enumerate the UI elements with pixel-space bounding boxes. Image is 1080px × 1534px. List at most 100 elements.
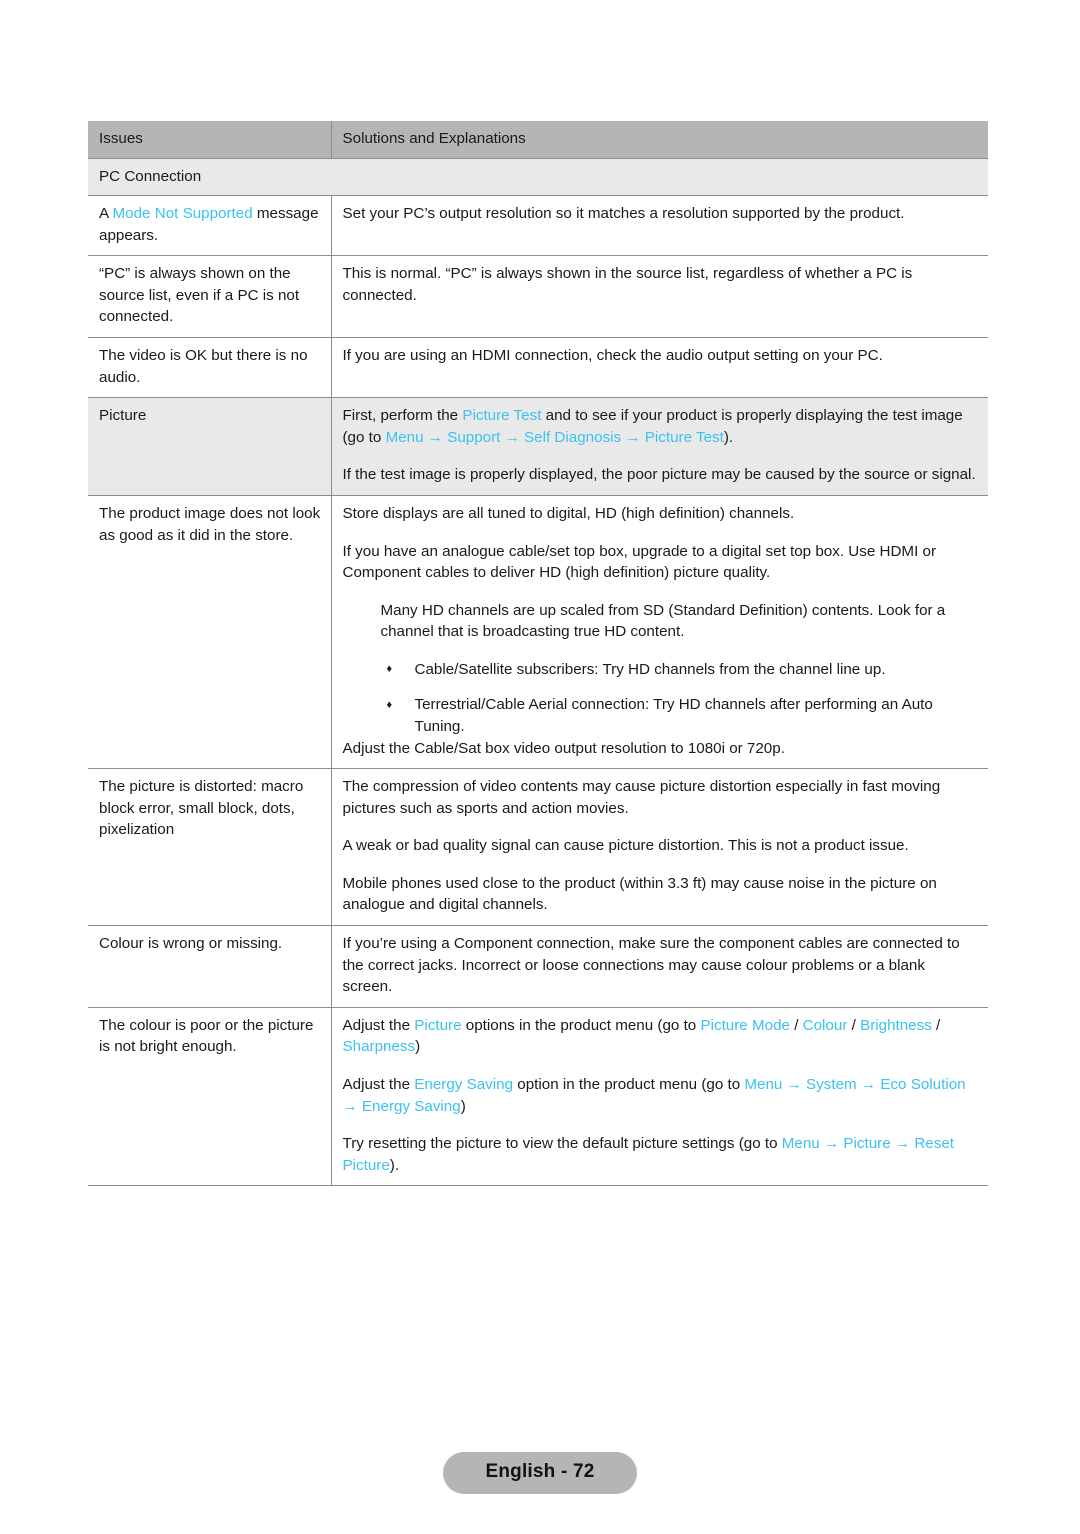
text-fragment: )	[415, 1038, 421, 1056]
arrow-icon: →	[621, 428, 645, 446]
text-fragment: /	[847, 1016, 861, 1034]
troubleshooting-table: Issues Solutions and Explanations PC Con…	[88, 121, 988, 1187]
menu-link-picture-test: Picture Test	[462, 407, 542, 425]
menu-link-colour: Colour	[802, 1016, 848, 1034]
document-page: Issues Solutions and Explanations PC Con…	[0, 0, 1080, 1534]
solution-cell-mode-not-supported: Set your PC’s output resolution so it ma…	[331, 195, 988, 257]
menu-link-energy-saving: Energy Saving	[414, 1075, 514, 1093]
list-item-label: Terrestrial/Cable Aerial connection: Try…	[414, 696, 933, 735]
page-footer: English - 72	[0, 1452, 1080, 1494]
bullet-icon: ♦	[386, 698, 393, 711]
arrow-icon: →	[782, 1075, 807, 1093]
menu-link-mode-not-supported: Mode Not Supported	[112, 205, 253, 223]
table-header-row: Issues Solutions and Explanations	[88, 121, 988, 159]
menu-link-brightness: Brightness	[860, 1016, 932, 1034]
arrow-icon: →	[890, 1135, 915, 1153]
section-header-row: PC Connection	[88, 158, 988, 197]
menu-link-picture: Picture	[414, 1016, 462, 1034]
menu-link-picture-test-2: Picture Test	[644, 428, 724, 446]
menu-link-eco-solution: Eco Solution	[880, 1075, 966, 1093]
arrow-icon: →	[342, 1097, 362, 1115]
text-fragment: Adjust the	[342, 1075, 415, 1093]
table-row: The colour is poor or the picture is not…	[88, 1007, 988, 1187]
issue-text: Colour is wrong or missing.	[99, 935, 283, 953]
solution-cell-pc-always-shown: This is normal. “PC” is always shown in …	[331, 255, 988, 339]
issue-prefix: A	[99, 205, 113, 223]
solution-cell-colour-wrong: If you’re using a Component connection, …	[331, 925, 988, 1008]
list-item-label: Cable/Satellite subscribers: Try HD chan…	[414, 660, 886, 678]
arrow-icon: →	[819, 1135, 844, 1153]
solution-cell-no-audio: If you are using an HDMI connection, che…	[331, 337, 988, 399]
issue-text: A Mode Not Supported message appears.	[99, 203, 321, 246]
solution-text: This is normal. “PC” is always shown in …	[342, 265, 913, 304]
solution-paragraph-2: If the test image is properly displayed,…	[342, 466, 976, 484]
table-row: The picture is distorted: macro block er…	[88, 768, 988, 927]
solution-text: Set your PC’s output resolution so it ma…	[342, 205, 905, 223]
list-item: ♦ Terrestrial/Cable Aerial connection: Tr…	[387, 694, 979, 737]
issue-cell-colour-wrong: Colour is wrong or missing.	[88, 925, 332, 1008]
solution-cell-image-not-good: Store displays are all tuned to digital,…	[331, 495, 988, 770]
issue-text: The video is OK but there is no audio.	[99, 347, 308, 386]
arrow-icon: →	[856, 1075, 881, 1093]
menu-link-energy-saving-2: Energy Saving	[361, 1097, 461, 1115]
issue-text: Picture	[99, 407, 147, 425]
issue-cell-picture-distorted: The picture is distorted: macro block er…	[88, 768, 332, 927]
solution-cell-picture-distorted: The compression of video contents may ca…	[331, 768, 988, 927]
solution-text: If you’re using a Component connection, …	[342, 935, 960, 996]
text-fragment: Try resetting the picture to view the de…	[342, 1135, 782, 1153]
solution-paragraph-1: Adjust the Picture options in the produc…	[343, 1015, 979, 1058]
solution-bullet-list: ♦ Cable/Satellite subscribers: Try HD cha…	[343, 659, 979, 738]
troubleshooting-table-container: Issues Solutions and Explanations PC Con…	[88, 121, 988, 1187]
arrow-icon: →	[423, 428, 448, 446]
table-row: The product image does not look as good …	[88, 495, 988, 770]
issue-cell-colour-poor: The colour is poor or the picture is not…	[88, 1007, 332, 1187]
menu-link-support: Support	[447, 428, 501, 446]
text-fragment: ).	[723, 428, 734, 446]
menu-link-system: System	[806, 1075, 857, 1093]
column-header-issues: Issues	[88, 121, 332, 159]
text-fragment: )	[460, 1097, 466, 1115]
bullet-icon: ♦	[386, 663, 393, 676]
text-fragment: ).	[389, 1156, 400, 1174]
text-fragment: /	[931, 1016, 941, 1034]
menu-link-self-diagnosis: Self Diagnosis	[524, 428, 622, 446]
issue-text: The colour is poor or the picture is not…	[99, 1016, 314, 1056]
menu-link-menu: Menu	[385, 428, 424, 446]
menu-link-menu: Menu	[781, 1135, 820, 1153]
solution-text: If you are using an HDMI connection, che…	[342, 347, 883, 365]
issue-cell-pc-always-shown: “PC” is always shown on the source list,…	[88, 255, 332, 339]
issue-cell-picture: Picture	[88, 397, 332, 496]
menu-link-menu: Menu	[744, 1075, 783, 1093]
solution-cell-colour-poor: Adjust the Picture options in the produc…	[331, 1007, 988, 1187]
menu-link-picture-mode: Picture Mode	[700, 1016, 790, 1034]
table-row: A Mode Not Supported message appears. Se…	[88, 195, 988, 257]
solution-paragraph-3: Mobile phones used close to the product …	[342, 874, 937, 914]
issue-cell-image-not-good: The product image does not look as good …	[88, 495, 332, 770]
table-row: Colour is wrong or missing. If you’re us…	[88, 925, 988, 1008]
issue-text: The product image does not look as good …	[99, 504, 321, 544]
table-row: Picture First, perform the Picture Test …	[88, 397, 988, 496]
solution-paragraph-2: If you have an analogue cable/set top bo…	[342, 542, 937, 582]
solution-paragraph-1: The compression of video contents may ca…	[342, 778, 941, 817]
text-fragment: First, perform the	[342, 407, 463, 425]
solution-paragraph-2: Adjust the Energy Saving option in the p…	[343, 1074, 979, 1117]
table-row: The video is OK but there is no audio. I…	[88, 337, 988, 399]
page-number-badge: English - 72	[443, 1452, 637, 1494]
table-row: “PC” is always shown on the source list,…	[88, 255, 988, 339]
solution-cell-picture: First, perform the Picture Test and to s…	[331, 397, 988, 496]
issue-cell-no-audio: The video is OK but there is no audio.	[88, 337, 332, 399]
solution-paragraph-1: First, perform the Picture Test and to s…	[343, 405, 979, 448]
list-item: ♦ Cable/Satellite subscribers: Try HD cha…	[387, 659, 979, 681]
text-fragment: options in the product menu (go to	[461, 1016, 701, 1034]
issue-cell-mode-not-supported: A Mode Not Supported message appears.	[88, 195, 332, 257]
arrow-icon: →	[500, 428, 525, 446]
text-fragment: Adjust the	[342, 1016, 415, 1034]
solution-paragraph-1: Store displays are all tuned to digital,…	[342, 504, 795, 522]
column-header-solutions: Solutions and Explanations	[331, 121, 988, 159]
text-fragment: /	[789, 1016, 803, 1034]
issue-text: “PC” is always shown on the source list,…	[99, 265, 300, 326]
menu-link-picture: Picture	[843, 1135, 891, 1153]
issue-text: The picture is distorted: macro block er…	[99, 778, 304, 839]
solution-paragraph-2: A weak or bad quality signal can cause p…	[342, 837, 909, 855]
menu-link-sharpness: Sharpness	[342, 1038, 416, 1056]
